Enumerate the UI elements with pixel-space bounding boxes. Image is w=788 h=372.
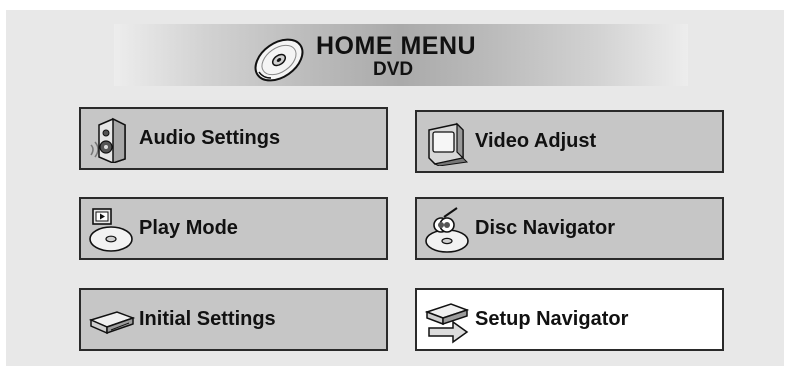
play-mode-disc-icon	[89, 208, 133, 252]
dvd-home-menu-screen: HOME MENU DVD Audio Settings Video Adjus…	[0, 0, 788, 372]
video-adjust-button[interactable]: Video Adjust	[415, 110, 724, 173]
video-adjust-label: Video Adjust	[475, 130, 597, 152]
setup-navigator-button[interactable]: Setup Navigator	[415, 288, 724, 351]
initial-settings-button[interactable]: Initial Settings	[79, 288, 388, 351]
page-subtitle: DVD	[373, 59, 414, 80]
initial-settings-label: Initial Settings	[139, 308, 276, 330]
disc-navigator-icon	[425, 207, 469, 253]
page-title: HOME MENU	[316, 32, 477, 60]
speaker-icon	[90, 117, 126, 163]
disc-navigator-label: Disc Navigator	[475, 217, 616, 239]
menu-header: HOME MENU DVD	[114, 24, 688, 86]
setup-navigator-label: Setup Navigator	[475, 308, 629, 330]
disc-icon	[254, 38, 304, 82]
play-mode-button[interactable]: Play Mode	[79, 197, 388, 260]
audio-settings-label: Audio Settings	[139, 127, 281, 149]
player-device-icon	[88, 311, 136, 335]
tv-icon	[428, 122, 469, 166]
disc-navigator-button[interactable]: Disc Navigator	[415, 197, 724, 260]
setup-navigator-icon	[424, 303, 470, 344]
play-mode-label: Play Mode	[139, 217, 238, 239]
audio-settings-button[interactable]: Audio Settings	[79, 107, 388, 170]
